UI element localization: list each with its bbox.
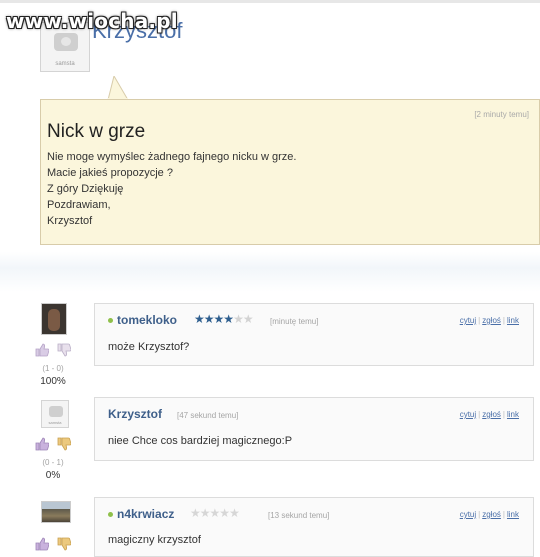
post-body-line: Nie moge wymyślec żadnego fajnego nicku … bbox=[47, 151, 297, 163]
comment-actions: cytuj | zgłoś | link bbox=[460, 410, 519, 419]
star-empty-icon: ★ bbox=[229, 506, 240, 520]
top-border bbox=[0, 0, 540, 3]
comment-box: n4krwiacz ★★★★★ [13 sekund temu] cytuj | z… bbox=[94, 497, 534, 557]
post-body-line: Krzysztof bbox=[47, 215, 93, 227]
permalink[interactable]: link bbox=[507, 410, 519, 419]
comment-timestamp: [47 sekund temu] bbox=[177, 411, 239, 420]
comment-box: tomekloko ★★★★★★ [minutę temu] cytuj | zgł… bbox=[94, 303, 534, 366]
comment-text: może Krzysztof? bbox=[108, 341, 190, 353]
watermark-logo: www.wiocha.pl bbox=[6, 9, 178, 33]
star-filled-icon: ★ bbox=[203, 312, 215, 326]
quote-link[interactable]: cytuj bbox=[460, 510, 476, 519]
star-half-icon: ★ bbox=[223, 312, 234, 326]
report-link[interactable]: zgłoś bbox=[482, 510, 501, 519]
default-avatar-icon-face bbox=[61, 37, 71, 46]
comment-avatar[interactable] bbox=[41, 501, 71, 523]
report-link[interactable]: zgłoś bbox=[482, 410, 501, 419]
vote-percent: 0% bbox=[45, 470, 61, 481]
post-title: Nick w grze bbox=[47, 121, 146, 142]
separator: | bbox=[502, 316, 505, 325]
online-status-dot bbox=[108, 318, 113, 323]
thumb-down-icon[interactable] bbox=[57, 437, 71, 451]
online-status-dot bbox=[108, 512, 113, 517]
star-empty-icon: ★ bbox=[219, 506, 230, 520]
avatar-photo-figure bbox=[48, 309, 60, 331]
post-timestamp: [2 minuty temu] bbox=[474, 110, 529, 119]
comment-avatar[interactable] bbox=[41, 303, 67, 335]
comment-box: Krzysztof [47 sekund temu] cytuj | zgłoś | l… bbox=[94, 397, 534, 461]
star-filled-icon: ★ bbox=[194, 312, 205, 326]
separator: | bbox=[502, 510, 505, 519]
star-filled-icon: ★ bbox=[213, 312, 225, 326]
default-avatar-icon bbox=[49, 406, 63, 417]
separator: | bbox=[478, 410, 481, 419]
comment-actions: cytuj | zgłoś | link bbox=[460, 510, 519, 519]
comment-actions: cytuj | zgłoś | link bbox=[460, 316, 519, 325]
vote-percent: 100% bbox=[40, 376, 66, 387]
star-empty-icon: ★ bbox=[233, 312, 244, 326]
thumb-up-icon[interactable] bbox=[35, 537, 49, 551]
permalink[interactable]: link bbox=[507, 316, 519, 325]
separator: | bbox=[502, 410, 505, 419]
report-link[interactable]: zgłoś bbox=[482, 316, 501, 325]
comment-author[interactable]: Krzysztof bbox=[108, 407, 162, 421]
comment-author[interactable]: n4krwiacz bbox=[117, 507, 174, 521]
star-empty-icon: ★ bbox=[209, 506, 221, 520]
thumb-down-icon[interactable] bbox=[57, 537, 71, 551]
bubble-tail bbox=[107, 76, 129, 101]
quote-link[interactable]: cytuj bbox=[460, 316, 476, 325]
post-body-line: Z góry Dziękuję bbox=[47, 183, 124, 195]
comment-timestamp: [minutę temu] bbox=[270, 317, 319, 326]
comment-author[interactable]: tomekloko bbox=[117, 313, 177, 327]
post-body-line: Macie jakieś propozycje ? bbox=[47, 167, 173, 179]
permalink[interactable]: link bbox=[507, 510, 519, 519]
divider-band bbox=[0, 252, 540, 292]
star-empty-icon: ★ bbox=[242, 312, 254, 326]
star-empty-icon: ★ bbox=[199, 506, 211, 520]
post-body: Nie moge wymyślec żadnego fajnego nicku … bbox=[47, 149, 296, 229]
user-rating-stars: ★★★★★★ bbox=[194, 312, 254, 326]
quote-link[interactable]: cytuj bbox=[460, 410, 476, 419]
thumb-down-icon[interactable] bbox=[57, 343, 71, 357]
separator: | bbox=[478, 510, 481, 519]
avatar-label: samsta bbox=[48, 420, 62, 425]
post-bubble: [2 minuty temu] Nick w grze Nie moge wym… bbox=[40, 99, 540, 245]
user-rating-stars: ★★★★★ bbox=[190, 506, 240, 520]
comment-avatar[interactable]: samsta bbox=[41, 400, 69, 428]
comment-text: niee Chce cos bardziej magicznego:P bbox=[108, 435, 293, 447]
star-empty-icon: ★ bbox=[190, 506, 201, 520]
vote-counts: (0 - 1) bbox=[42, 458, 64, 467]
comment-timestamp: [13 sekund temu] bbox=[268, 511, 330, 520]
separator: | bbox=[478, 316, 481, 325]
post-body-line: Pozdrawiam, bbox=[47, 199, 111, 211]
vote-counts: (1 - 0) bbox=[42, 364, 64, 373]
thumb-up-icon[interactable] bbox=[35, 343, 49, 357]
thumb-up-icon[interactable] bbox=[35, 437, 49, 451]
avatar-label: samsta bbox=[55, 61, 75, 67]
comment-text: magiczny krzysztof bbox=[108, 534, 201, 546]
